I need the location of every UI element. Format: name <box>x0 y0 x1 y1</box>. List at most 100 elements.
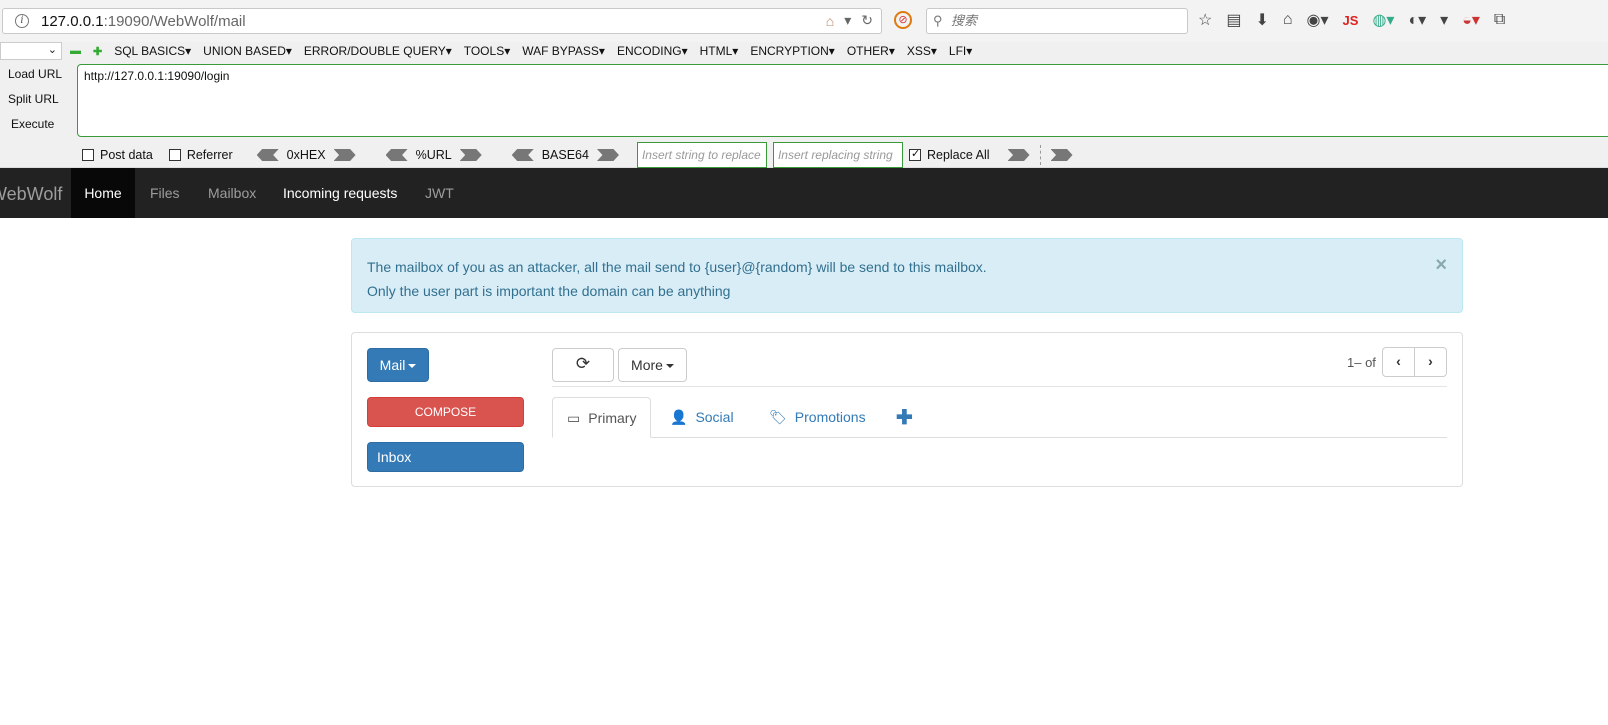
menu-other[interactable]: OTHER▾ <box>847 44 895 58</box>
home-icon[interactable]: ⌂ <box>1283 11 1293 29</box>
tab-social-label: Social <box>695 409 734 425</box>
mail-dropdown-button[interactable]: Mail <box>367 348 429 382</box>
checkbox-box[interactable] <box>908 147 921 161</box>
split-url-button[interactable]: Split URL <box>8 91 68 116</box>
replacing-string-input[interactable] <box>772 142 903 168</box>
hackbar-menu: ▬ ✚ SQL BASICS▾ UNION BASED▾ ERROR/DOUBL… <box>70 44 972 58</box>
mail-button-label: Mail <box>379 357 406 373</box>
info-alert: The mailbox of you as an attacker, all t… <box>351 238 1463 313</box>
menu-tools[interactable]: TOOLS▾ <box>464 44 510 58</box>
url-encode-icon[interactable] <box>459 149 482 161</box>
nav-home[interactable]: Home <box>71 168 135 218</box>
toolbar-divider <box>552 386 1447 387</box>
referrer-checkbox[interactable]: Referrer <box>168 148 233 162</box>
expand-icon[interactable]: ✚ <box>93 45 102 58</box>
menu-xss[interactable]: XSS▾ <box>907 44 937 58</box>
pager-count: 1– of <box>1347 355 1376 370</box>
inbox-tray-icon: ▭ <box>567 410 581 426</box>
hackbar-dropdown[interactable]: ⌄ <box>0 42 62 60</box>
nav-jwt[interactable]: JWT <box>425 168 454 218</box>
base64-encode-icon[interactable] <box>596 149 619 161</box>
hex-encode-icon[interactable] <box>333 149 356 161</box>
tab-primary[interactable]: ▭ Primary <box>552 397 652 438</box>
download-icon[interactable]: ⬇ <box>1255 10 1268 30</box>
search-input[interactable] <box>951 12 1181 30</box>
more-dropdown-button[interactable]: More <box>618 348 687 382</box>
post-data-label: Post data <box>100 148 153 162</box>
url-encode-label: %URL <box>415 148 452 162</box>
caret-down-icon <box>408 364 417 369</box>
alert-line-1: The mailbox of you as an attacker, all t… <box>367 259 987 275</box>
replace-all-checkbox[interactable]: Replace All <box>908 147 990 162</box>
nav-files[interactable]: Files <box>150 168 180 218</box>
nav-incoming-requests[interactable]: Incoming requests <box>283 168 397 218</box>
close-icon[interactable]: × <box>1435 253 1447 277</box>
js-addon-icon[interactable]: JS <box>1343 13 1359 28</box>
hackbar-url-textarea[interactable]: http://127.0.0.1:19090/login <box>77 64 1608 137</box>
pager-next-button[interactable]: › <box>1414 347 1447 377</box>
brand-logo[interactable]: WebWolf <box>0 184 62 205</box>
home-badge-icon[interactable]: ⌂ <box>826 13 834 29</box>
url-text[interactable]: 127.0.0.1:19090/WebWolf/mail <box>41 13 246 30</box>
checkbox-box[interactable] <box>82 149 94 161</box>
execute-button[interactable]: Execute <box>8 116 68 141</box>
replace-string-input[interactable] <box>636 142 767 168</box>
webwolf-navbar: WebWolf Home Files Mailbox Incoming requ… <box>0 168 1608 218</box>
base64-decode-icon[interactable] <box>511 149 534 161</box>
bookmark-star-icon[interactable]: ☆ <box>1198 10 1212 30</box>
menu-encryption[interactable]: ENCRYPTION▾ <box>750 44 834 58</box>
menu-html[interactable]: HTML▾ <box>700 44 739 58</box>
hackbar-panel: ⌄ ▬ ✚ SQL BASICS▾ UNION BASED▾ ERROR/DOU… <box>0 42 1608 168</box>
hex-label: 0xHEX <box>286 148 326 162</box>
compose-button[interactable]: COMPOSE <box>367 397 524 427</box>
refresh-icon: ⟳ <box>575 354 591 373</box>
browser-toolbar: i 127.0.0.1:19090/WebWolf/mail ⌂ ▾ ↻ ⊘ ⚲… <box>0 0 1608 42</box>
checkbox-box[interactable] <box>168 149 181 161</box>
menu-lfi[interactable]: LFI▾ <box>949 44 972 58</box>
search-box[interactable]: ⚲ <box>926 8 1188 34</box>
more-button-label: More <box>631 357 663 373</box>
browser-icons: ☆ ▤ ⬇ ⌂ ◉▾ JS ◍▾ ◐▾ ▾ ◒▾ ⧉ <box>1198 10 1505 30</box>
globe-addon-icon[interactable]: ◍▾ <box>1372 10 1394 30</box>
refresh-button[interactable]: ⟳ <box>552 348 614 382</box>
search-icon: ⚲ <box>933 13 943 28</box>
tab-social[interactable]: 👤 Social <box>656 397 748 438</box>
menu-union-based[interactable]: UNION BASED▾ <box>203 44 292 58</box>
menu-waf-bypass[interactable]: WAF BYPASS▾ <box>522 44 605 58</box>
add-tab-icon[interactable]: ✚ <box>896 405 913 430</box>
base64-label: BASE64 <box>541 148 589 162</box>
separator <box>1039 145 1041 165</box>
info-icon[interactable]: i <box>15 14 29 28</box>
replace-go-icon[interactable] <box>1007 149 1030 161</box>
url-host: 127.0.0.1 <box>41 13 104 30</box>
menu-error-double-query[interactable]: ERROR/DOUBLE QUERY▾ <box>304 44 452 58</box>
replace-next-icon[interactable] <box>1050 149 1073 161</box>
palette-icon[interactable]: ◐▾ <box>1408 10 1426 30</box>
url-decode-icon[interactable] <box>385 149 408 161</box>
menu-encoding[interactable]: ENCODING▾ <box>617 44 688 58</box>
menu-sql-basics[interactable]: SQL BASICS▾ <box>114 44 191 58</box>
window-icon[interactable]: ⧉ <box>1494 11 1505 29</box>
inbox-button[interactable]: Inbox <box>367 442 524 472</box>
tab-promotions[interactable]: 🏷 Promotions <box>755 397 880 438</box>
caret-down-icon <box>665 364 674 369</box>
dropdown-arrow-icon[interactable]: ▾ <box>844 12 851 29</box>
profile-addon-icon[interactable]: ◒▾ <box>1462 10 1480 30</box>
chevron-left-icon: ‹ <box>1396 353 1401 369</box>
post-data-checkbox[interactable]: Post data <box>82 148 153 162</box>
nav-mailbox[interactable]: Mailbox <box>208 168 256 218</box>
address-bar[interactable]: i 127.0.0.1:19090/WebWolf/mail ⌂ ▾ ↻ <box>2 8 882 34</box>
reload-icon[interactable]: ↻ <box>861 12 873 29</box>
alert-line-2: Only the user part is important the doma… <box>367 283 731 299</box>
addon-icon[interactable]: ◉▾ <box>1307 10 1329 30</box>
collapse-icon[interactable]: ▬ <box>70 45 81 57</box>
blocker-icon[interactable]: ⊘ <box>894 11 912 29</box>
pager-prev-button[interactable]: ‹ <box>1382 347 1415 377</box>
hackbar-actions: Load URL Split URL Execute <box>8 66 68 141</box>
menu-dropdown-icon[interactable]: ▾ <box>1440 10 1448 30</box>
tab-promotions-label: Promotions <box>794 409 866 425</box>
tab-primary-label: Primary <box>588 410 637 426</box>
load-url-button[interactable]: Load URL <box>8 66 68 91</box>
hex-decode-icon[interactable] <box>256 149 279 161</box>
reading-list-icon[interactable]: ▤ <box>1226 10 1241 30</box>
